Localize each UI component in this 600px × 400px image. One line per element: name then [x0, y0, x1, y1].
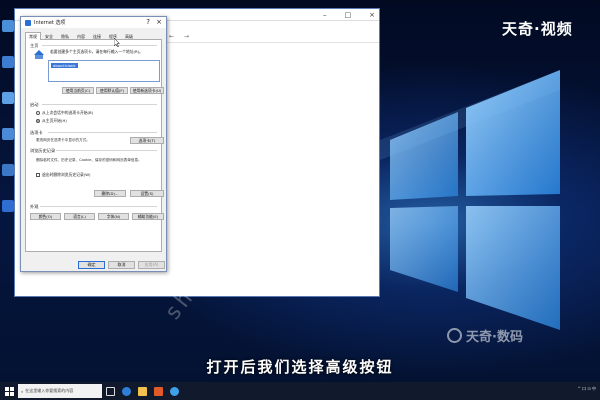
desktop-icon[interactable]: [2, 56, 14, 68]
explorer-navbar: ← →: [165, 31, 379, 43]
desktop-icon[interactable]: [2, 128, 14, 140]
forward-arrow-icon[interactable]: →: [184, 33, 189, 40]
explorer-menubar: [165, 21, 379, 31]
use-new-tab-button[interactable]: 使用新选项卡(U): [130, 87, 164, 94]
delete-history-button[interactable]: 删除(D)...: [94, 190, 126, 197]
radio-icon: [36, 111, 40, 115]
checkbox-label: 退出时删除浏览历史记录(W): [42, 172, 91, 177]
checkbox-icon: [36, 173, 40, 177]
close-button[interactable]: ×: [156, 18, 162, 26]
fonts-button[interactable]: 字体(N): [98, 213, 129, 220]
divider: [42, 45, 157, 46]
desktop-icon[interactable]: [2, 164, 14, 176]
general-tab-panel: 主页 若要创建多个主页选项卡，请在每行输入一个地址(R)。 about:blan…: [25, 40, 164, 252]
colors-button[interactable]: 颜色(O): [30, 213, 61, 220]
tabs-button[interactable]: 选项卡(T): [130, 137, 164, 144]
search-placeholder: 在这里输入你要搜索的内容: [25, 388, 74, 393]
use-default-button[interactable]: 使用默认值(F): [96, 87, 128, 94]
dialog-titlebar: Internet 选项 ? ×: [21, 17, 166, 28]
video-subtitle: 打开后我们选择高级按钮: [206, 358, 394, 376]
divider: [48, 132, 157, 133]
system-tray[interactable]: ^ 口 ⊡ 中: [577, 386, 596, 392]
startup-section-label: 启动: [30, 102, 39, 107]
radio-icon: [36, 119, 40, 123]
start-button[interactable]: [0, 382, 18, 400]
brand-logo-top: 天奇·视频: [502, 20, 573, 38]
divider: [42, 104, 157, 105]
accessibility-button[interactable]: 辅助功能(E): [132, 213, 164, 220]
task-view-icon[interactable]: [102, 382, 118, 400]
history-description: 删除临时文件、历史记录、Cookie、保存的密码和网页表单信息。: [36, 158, 142, 162]
home-section-label: 主页: [30, 43, 39, 48]
brand-logo-bottom: 天奇·数码: [447, 326, 523, 345]
home-page-url-field[interactable]: about:blank: [48, 60, 160, 82]
edge-icon[interactable]: [118, 382, 134, 400]
mouse-cursor-icon: [114, 38, 120, 47]
appearance-section-label: 外观: [30, 204, 39, 209]
internet-options-icon: [25, 19, 31, 26]
tab-connections[interactable]: 连接: [89, 32, 105, 40]
taskbar: ⌕ 在这里输入你要搜索的内容 ^ 口 ⊡ 中: [0, 382, 600, 400]
windows-start-icon: [4, 386, 14, 396]
radio-label: 从主页开始(H): [42, 118, 67, 123]
tab-privacy[interactable]: 隐私: [57, 32, 73, 40]
apply-button[interactable]: 应用(A): [138, 261, 165, 269]
dialog-tabs: 常规 安全 隐私 内容 连接 程序 高级: [25, 32, 162, 40]
cancel-button[interactable]: 取消: [108, 261, 135, 269]
home-page-icon: [34, 50, 44, 59]
ie-icon[interactable]: [166, 382, 182, 400]
start-with-last-session-radio[interactable]: 从上次会话中的选项卡开始(B): [36, 110, 93, 116]
search-icon: ⌕: [21, 388, 24, 394]
explorer-icon[interactable]: [134, 382, 150, 400]
use-current-button[interactable]: 使用当前页(C): [62, 87, 94, 94]
home-page-url: about:blank: [51, 63, 78, 68]
desktop-icon[interactable]: [2, 92, 14, 104]
languages-button[interactable]: 语言(L): [64, 213, 95, 220]
delete-history-on-exit-checkbox[interactable]: 退出时删除浏览历史记录(W): [36, 172, 90, 178]
tab-advanced[interactable]: 高级: [121, 32, 137, 40]
maximize-button[interactable]: □: [345, 11, 352, 19]
minimize-button[interactable]: –: [323, 11, 327, 19]
tab-general[interactable]: 常规: [25, 32, 41, 40]
radio-label: 从上次会话中的选项卡开始(B): [42, 110, 94, 115]
internet-options-dialog: Internet 选项 ? × 常规 安全 隐私 内容 连接 程序 高级 主页 …: [20, 16, 167, 272]
tab-security[interactable]: 安全: [41, 32, 57, 40]
history-section-label: 浏览历史记录: [30, 148, 56, 153]
store-icon[interactable]: [150, 382, 166, 400]
start-with-home-page-radio[interactable]: 从主页开始(H): [36, 118, 67, 124]
help-button[interactable]: ?: [146, 18, 150, 26]
tray-icons: ^ 口 ⊡ 中: [577, 386, 596, 391]
history-settings-button[interactable]: 设置(S): [130, 190, 164, 197]
desktop-icon[interactable]: [2, 20, 14, 32]
window-controls: – □ ×: [323, 11, 375, 19]
ok-button[interactable]: 确定: [78, 261, 105, 269]
home-description: 若要创建多个主页选项卡，请在每行输入一个地址(R)。: [50, 49, 143, 54]
desktop-icon[interactable]: [2, 200, 14, 212]
close-button[interactable]: ×: [369, 11, 375, 19]
back-arrow-icon[interactable]: ←: [169, 33, 174, 40]
divider: [56, 150, 157, 151]
brand-q-icon: [447, 328, 462, 343]
tabs-description: 更改网页在选项卡中显示的方式。: [36, 138, 90, 142]
brand-bottom-text: 天奇·数码: [466, 330, 523, 345]
taskbar-search-box[interactable]: ⌕ 在这里输入你要搜索的内容: [18, 384, 102, 398]
dialog-title: Internet 选项: [34, 20, 66, 26]
divider: [40, 206, 157, 207]
tab-content[interactable]: 内容: [73, 32, 89, 40]
tabs-section-label: 选项卡: [30, 130, 43, 135]
